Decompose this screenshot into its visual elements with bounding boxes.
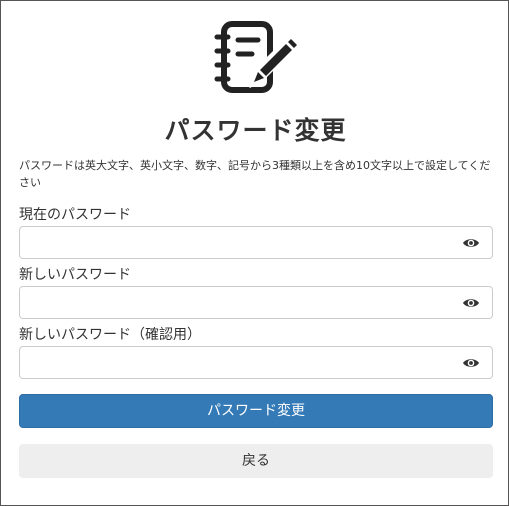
page-title: パスワード変更 [164, 116, 347, 145]
password-change-panel: パスワード変更 パスワードは英大文字、英小文字、数字、記号から3種類以上を含め1… [0, 0, 509, 506]
current-password-input[interactable] [20, 227, 450, 258]
new-password-input[interactable] [20, 287, 450, 318]
confirm-password-field [19, 346, 493, 379]
notebook-pen-icon [214, 21, 297, 93]
eye-icon[interactable] [462, 296, 480, 310]
eye-icon[interactable] [462, 236, 480, 250]
new-password-field [19, 286, 493, 319]
change-password-button[interactable]: パスワード変更 [19, 394, 493, 428]
current-password-label: 現在のパスワード [19, 207, 131, 223]
password-requirements-text: パスワードは英大文字、英小文字、数字、記号から3種類以上を含め10文字以上で設定… [19, 159, 491, 189]
current-password-field [19, 226, 493, 259]
new-password-label: 新しいパスワード [19, 267, 131, 283]
confirm-password-label: 新しいパスワード（確認用） [19, 327, 201, 343]
eye-icon[interactable] [462, 356, 480, 370]
confirm-password-input[interactable] [20, 347, 450, 378]
back-button[interactable]: 戻る [19, 444, 493, 478]
